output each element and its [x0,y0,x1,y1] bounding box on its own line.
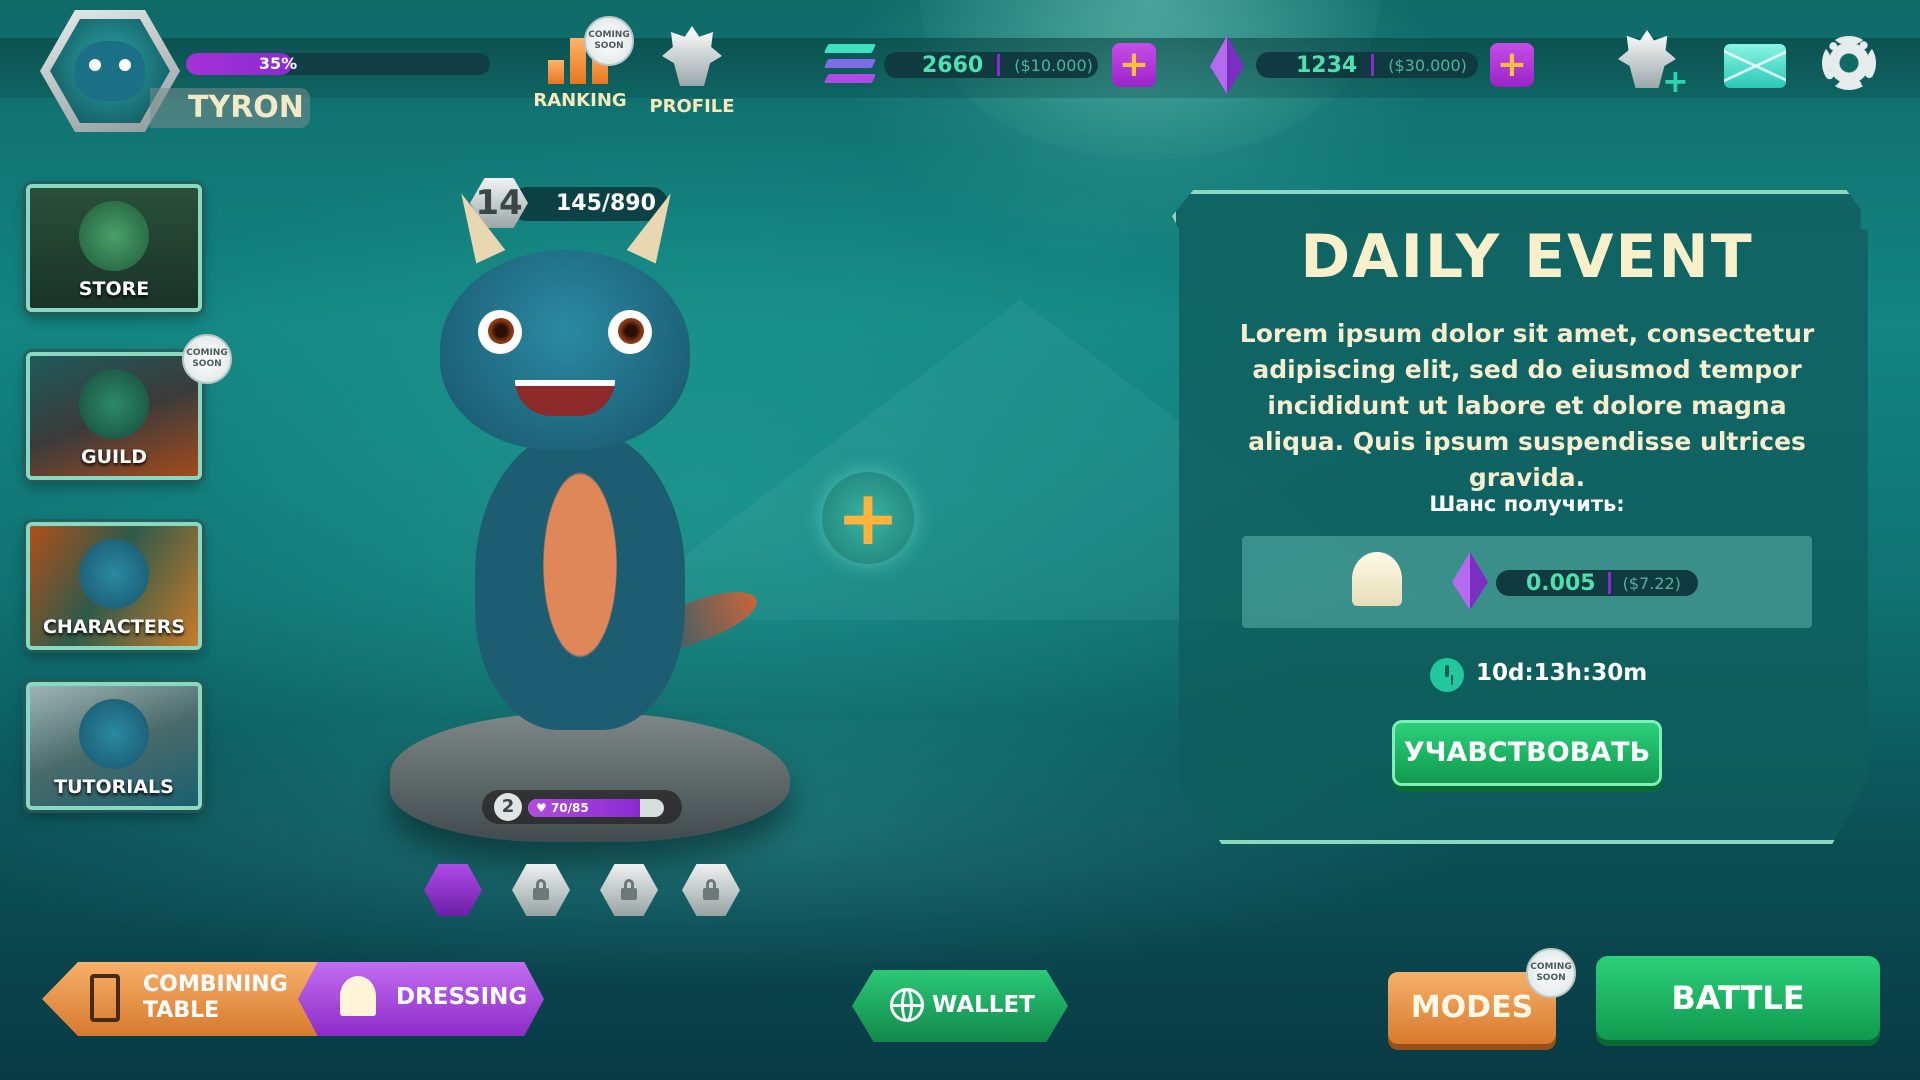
character-xp: 145/890 [556,191,656,216]
plus-icon: + [836,473,900,562]
characters-button[interactable]: CHARACTERS [26,522,202,650]
guild-coming-soon-badge: COMING SOON [182,334,232,384]
ethereum-value: 1234 [1296,52,1358,78]
event-reward-value: 0.005 ($7.22) [1496,570,1698,596]
wallet-label: WALLET [932,992,1035,1018]
event-timer: 10d:13h:30m [1476,660,1648,686]
profile-icon [662,26,722,86]
ethereum-usd: ($30.000) [1388,55,1467,75]
pet-level-badge: 2 [494,793,522,821]
player-name: TYRON [150,88,310,128]
dragon-character[interactable] [440,250,690,450]
combining-table-label: COMBINING TABLE [143,972,288,1023]
lock-icon [703,879,719,900]
lock-icon [621,879,637,900]
store-button[interactable]: STORE [26,184,202,312]
combining-table-icon [90,974,120,1022]
globe-icon [890,988,924,1022]
helmet-icon [1352,552,1402,606]
event-chance-label: Шанс получить: [1429,492,1625,516]
store-label: STORE [78,278,150,300]
guild-label: GUILD [81,446,147,468]
dragon-eye-right [608,310,652,354]
solana-balance: 2660 ($10.000) [884,52,1098,78]
player-xp-percent: 35% [258,54,298,73]
helmet-icon [340,976,376,1016]
characters-art-icon [79,539,149,609]
lock-icon [533,879,549,900]
gear-icon[interactable] [1822,36,1876,90]
participate-button[interactable]: УЧАВСТВОВАТЬ [1392,720,1662,786]
add-character-button[interactable]: + [822,472,914,564]
solana-icon [823,44,877,84]
dressing-label: DRESSING [396,984,528,1010]
reward-eth-value: 0.005 [1526,570,1596,596]
dragon-mouth [515,380,615,416]
ethereum-balance: 1234 ($30.000) [1256,52,1478,78]
event-title: DAILY EVENT [1300,222,1754,292]
reward-usd-value: ($7.22) [1622,573,1681,593]
solana-usd: ($10.000) [1014,55,1093,75]
store-art-icon [79,201,149,271]
dragon-eye-left [478,310,522,354]
profile-button[interactable]: PROFILE [642,18,742,117]
guild-art-icon [79,369,149,439]
battle-button[interactable]: BATTLE [1596,956,1880,1040]
tutorials-art-icon [79,699,149,769]
guild-button[interactable]: GUILD [26,352,202,480]
ranking-coming-soon-badge: COMING SOON [584,16,634,66]
add-friend-plus-icon: + [1662,62,1689,100]
pet-progress-text: ♥ 70/85 [536,801,589,815]
combining-table-button[interactable]: COMBINING TABLE [42,962,342,1036]
mail-icon[interactable] [1724,44,1786,88]
profile-label: PROFILE [649,96,735,117]
modes-coming-soon-badge: COMING SOON [1526,948,1576,998]
wallet-button[interactable]: WALLET [852,970,1068,1042]
solana-value: 2660 [922,52,984,78]
event-description: Lorem ipsum dolor sit amet, consectetur … [1239,319,1815,492]
clock-icon [1430,658,1464,692]
tutorials-label: TUTORIALS [54,776,174,798]
add-ethereum-button[interactable]: + [1490,43,1534,87]
dragon-avatar-icon [75,41,145,101]
tutorials-button[interactable]: TUTORIALS [26,682,202,810]
dressing-button[interactable]: DRESSING [298,962,544,1036]
add-solana-button[interactable]: + [1112,43,1156,87]
ranking-label: RANKING [533,90,627,111]
dragon-body[interactable] [475,430,685,730]
characters-label: CHARACTERS [42,616,186,638]
